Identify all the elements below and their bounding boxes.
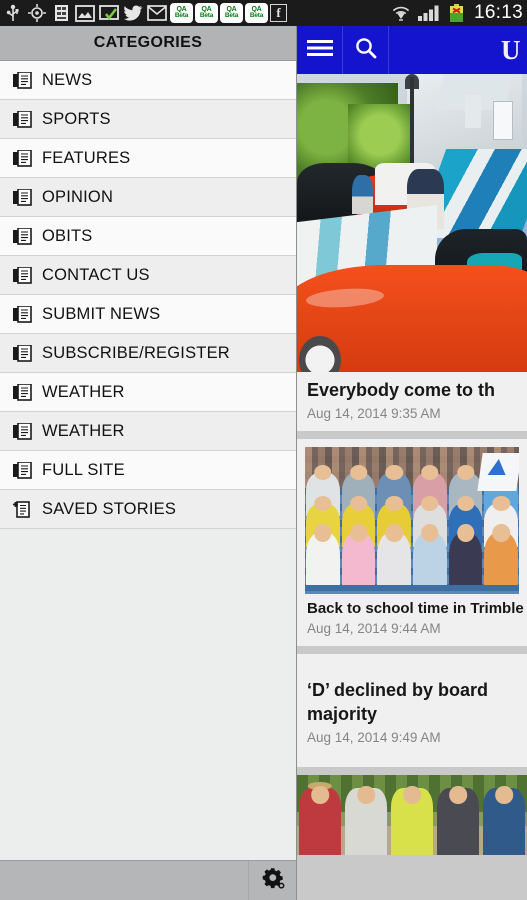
qa-beta-bottom: Beta [249, 12, 264, 20]
sidebar-item-full-site[interactable]: FULL SITE [0, 451, 296, 490]
sidebar-item-label: SPORTS [42, 109, 111, 128]
document-icon [50, 3, 72, 23]
sidebar-item-label: CONTACT US [42, 265, 150, 284]
documents-icon [10, 186, 34, 208]
gps-location-icon [26, 3, 48, 23]
article-timestamp: Aug 14, 2014 9:44 AM [307, 620, 441, 636]
sidebar-item-label: WEATHER [42, 421, 125, 440]
gear-icon [261, 866, 285, 895]
sidebar-item-label: OPINION [42, 187, 114, 206]
twitter-icon [122, 3, 144, 23]
sidebar-item-weather-1[interactable]: WEATHER [0, 373, 296, 412]
article-thumbnail [297, 74, 527, 372]
documents-icon [10, 459, 34, 481]
image-icon [74, 3, 96, 23]
document-add-icon [10, 498, 34, 520]
gmail-icon [146, 3, 168, 23]
qa-beta-icon: QA Beta [245, 3, 268, 23]
status-bar-notifications: QA Beta QA Beta QA Beta QA Beta f [2, 3, 390, 23]
article-timestamp: Aug 14, 2014 9:49 AM [307, 729, 441, 745]
article-timestamp: Aug 14, 2014 9:35 AM [307, 405, 441, 421]
qa-beta-icon: QA Beta [195, 3, 218, 23]
cellular-signal-icon [416, 3, 442, 23]
article-headline-line2: majority [307, 703, 378, 724]
status-bar-clock: 16:13 [473, 2, 523, 23]
documents-icon [10, 303, 34, 325]
sidebar-item-label: FULL SITE [42, 460, 125, 479]
facebook-icon: f [270, 4, 287, 22]
categories-drawer: CATEGORIES NEWS SPORTS FEATURES OPINION … [0, 26, 297, 900]
news-app-pane: U Everybody come to th Aug 14, 2014 9:35… [297, 26, 527, 900]
article-headline-line1: ‘D’ declined by board [307, 679, 489, 700]
category-menu-list: NEWS SPORTS FEATURES OPINION OBITS CONTA… [0, 61, 296, 529]
documents-icon [10, 69, 34, 91]
sidebar-item-opinion[interactable]: OPINION [0, 178, 296, 217]
sidebar-item-label: NEWS [42, 70, 93, 89]
sidebar-item-label: WEATHER [42, 382, 125, 401]
sidebar-item-saved-stories[interactable]: SAVED STORIES [0, 490, 296, 529]
article-headline: Everybody come to th [307, 380, 496, 400]
documents-icon [10, 342, 34, 364]
qa-beta-bottom: Beta [224, 12, 239, 20]
app-logo[interactable]: U [493, 26, 527, 74]
sidebar-item-label: SUBSCRIBE/REGISTER [42, 343, 230, 362]
sidebar-item-label: OBITS [42, 226, 93, 245]
hamburger-menu-button[interactable] [297, 26, 343, 74]
battery-error-icon [446, 3, 468, 23]
wifi-icon [390, 3, 412, 23]
sidebar-item-submit-news[interactable]: SUBMIT NEWS [0, 295, 296, 334]
article-thumbnail [305, 446, 519, 594]
article-card[interactable]: ‘D’ declined by board majority Aug 14, 2… [297, 653, 527, 767]
qa-beta-icon: QA Beta [170, 3, 193, 23]
sidebar-item-weather-2[interactable]: WEATHER [0, 412, 296, 451]
settings-button[interactable] [248, 860, 296, 900]
sidebar-item-features[interactable]: FEATURES [0, 139, 296, 178]
documents-icon [10, 381, 34, 403]
search-button[interactable] [343, 26, 389, 74]
sidebar-item-sports[interactable]: SPORTS [0, 100, 296, 139]
sidebar-item-label: SAVED STORIES [42, 499, 177, 518]
documents-icon [10, 420, 34, 442]
sidebar-item-obits[interactable]: OBITS [0, 217, 296, 256]
qa-beta-bottom: Beta [199, 12, 214, 20]
article-thumbnail [297, 774, 527, 855]
search-icon [354, 36, 378, 65]
qa-beta-icon: QA Beta [220, 3, 243, 23]
phone-screen: QA Beta QA Beta QA Beta QA Beta f 16:13 … [0, 0, 527, 900]
sidebar-item-news[interactable]: NEWS [0, 61, 296, 100]
article-card[interactable] [297, 774, 527, 855]
usb-icon [2, 3, 24, 23]
documents-icon [10, 147, 34, 169]
sidebar-item-label: SUBMIT NEWS [42, 304, 161, 323]
hamburger-menu-icon [306, 38, 334, 63]
app-logo-mark: U [501, 34, 521, 65]
app-bar: U [297, 26, 527, 74]
sidebar-item-subscribe-register[interactable]: SUBSCRIBE/REGISTER [0, 334, 296, 373]
sidebar-item-label: FEATURES [42, 148, 131, 167]
qa-beta-bottom: Beta [174, 12, 189, 20]
sidebar-item-contact-us[interactable]: CONTACT US [0, 256, 296, 295]
documents-icon [10, 264, 34, 286]
article-card[interactable]: Everybody come to th Aug 14, 2014 9:35 A… [297, 74, 527, 431]
android-status-bar: QA Beta QA Beta QA Beta QA Beta f 16:13 [0, 0, 527, 26]
screen-check-icon [98, 3, 120, 23]
documents-icon [10, 108, 34, 130]
drawer-title: CATEGORIES [93, 34, 203, 51]
status-bar-system: 16:13 [390, 2, 523, 24]
documents-icon [10, 225, 34, 247]
article-feed[interactable]: Everybody come to th Aug 14, 2014 9:35 A… [297, 74, 527, 900]
article-card[interactable]: Back to school time in Trimble Aug 14, 2… [297, 438, 527, 646]
drawer-footer [0, 860, 296, 900]
article-headline: Back to school time in Trimble [307, 599, 524, 617]
drawer-header: CATEGORIES [0, 26, 296, 61]
